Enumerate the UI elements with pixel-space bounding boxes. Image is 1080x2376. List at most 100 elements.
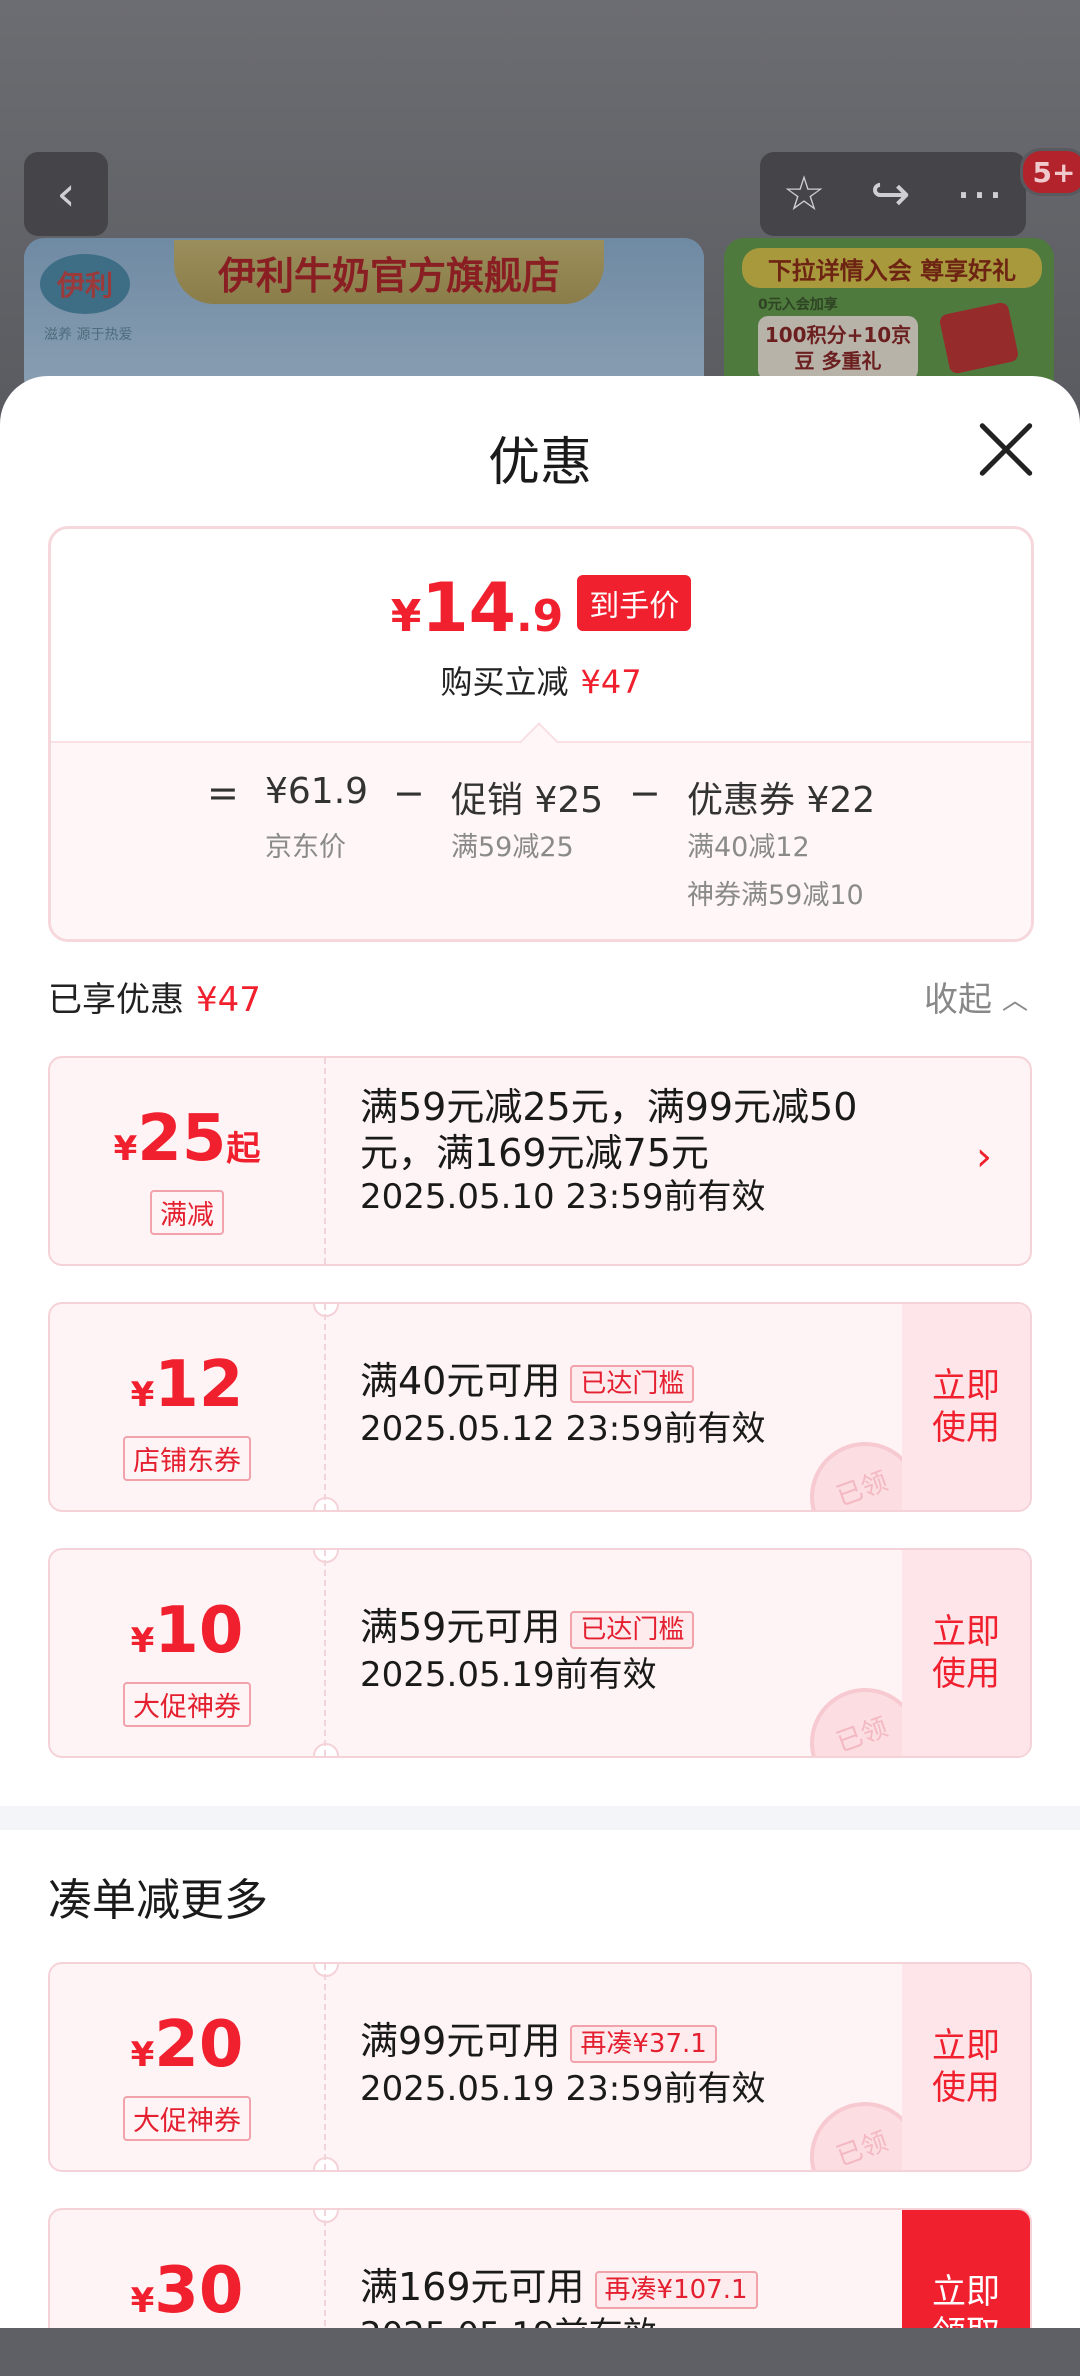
add-more-badge: 再凑¥37.1 xyxy=(570,2024,717,2063)
coupon-card: ¥30 满169元可用再凑¥107.1 2025.05.19前有效 立即 领取 xyxy=(48,2208,1032,2328)
coupon-type: 店铺东券 xyxy=(123,1436,251,1481)
coupon-value: ¥20 xyxy=(50,2008,324,2082)
more-icon[interactable]: ⋯ xyxy=(956,166,1004,222)
reduce-amount: ¥47 xyxy=(580,663,642,701)
coupon-details: 满169元可用再凑¥107.1 2025.05.19前有效 xyxy=(360,2264,920,2328)
final-price-tag: 到手价 xyxy=(577,574,692,631)
section-divider xyxy=(0,1806,1080,1830)
add-more-badge: 再凑¥107.1 xyxy=(594,2270,758,2309)
coupon-validity: 2025.05.19 23:59前有效 xyxy=(360,2069,766,2109)
jd-price-label: 京东价 xyxy=(265,832,346,863)
store-logo: 伊利 xyxy=(40,254,130,314)
collapse-button[interactable]: 收起 ︿ xyxy=(924,972,1028,1021)
coupon-validity: 2025.05.12 23:59前有效 xyxy=(360,1409,766,1449)
breakdown-notch xyxy=(519,722,559,762)
final-price-integer: 14 xyxy=(421,569,516,648)
coupon-card[interactable]: ¥25起 满减 满59元减25元，满99元减50元，满169元减75元 2025… xyxy=(48,1056,1032,1266)
coupon-value: ¥30 xyxy=(50,2254,324,2328)
coupon-value-area: ¥10 大促神券 xyxy=(50,1550,326,1756)
back-icon: ‹ xyxy=(56,166,76,222)
coupon-value: ¥10 xyxy=(50,1594,324,1668)
notification-badge: 5+ xyxy=(1020,148,1080,196)
coupon-type: 大促神券 xyxy=(123,2096,251,2141)
promo-amount: 促销 ¥25 xyxy=(451,780,604,821)
coupon-card: ¥10 大促神券 满59元可用 已达门槛 2025.05.19前有效 已领 立即 … xyxy=(48,1548,1032,1758)
coupon-value-area: ¥12 店铺东券 xyxy=(50,1304,326,1510)
coupon-currency: ¥ xyxy=(113,1129,138,1169)
coupon-condition: 满59元减25元，满99元减50元，满169元减75元 xyxy=(360,1085,858,1175)
back-button[interactable]: ‹ xyxy=(24,152,108,236)
coupon-currency: ¥ xyxy=(130,2035,155,2075)
use-now-button[interactable]: 立即 使用 xyxy=(902,1964,1030,2170)
final-price-row: ¥14.9 到手价 xyxy=(51,569,1031,648)
enjoyed-amount: ¥47 xyxy=(196,980,261,1020)
system-navigation-bar xyxy=(0,2328,1080,2376)
final-price: ¥14.9 xyxy=(391,569,564,648)
coupon-currency: ¥ xyxy=(130,2281,155,2321)
collapse-label: 收起 xyxy=(924,980,992,1020)
more-discounts-title: 凑单减更多 xyxy=(48,1875,268,1926)
threshold-badge: 已达门槛 xyxy=(570,1610,695,1649)
enjoyed-label: 已享优惠 xyxy=(48,980,184,1020)
coupon-details: 满40元可用 已达门槛 2025.05.12 23:59前有效 xyxy=(360,1358,920,1450)
member-banner-title: 下拉详情入会 尊享好礼 xyxy=(742,248,1042,288)
coupon-suffix: 起 xyxy=(226,1129,261,1169)
coupon-condition: 满40元可用 xyxy=(360,1359,561,1403)
coupon-value: ¥25起 xyxy=(50,1102,324,1176)
coupon-value-area: ¥20 大促神券 xyxy=(50,1964,326,2170)
store-banner: 伊利 滋养 源于热爱 伊利牛奶官方旗舰店 xyxy=(24,238,704,398)
coupon-currency: ¥ xyxy=(130,1375,155,1415)
promo-rule: 满59减25 xyxy=(451,832,574,863)
share-icon[interactable]: ↪ xyxy=(870,166,910,222)
claim-now-button[interactable]: 立即 领取 xyxy=(902,2210,1030,2328)
coupon-amount-number: 20 xyxy=(154,2008,244,2082)
reduce-label: 购买立减 xyxy=(440,663,569,701)
coupon-rule-2: 神券满59减10 xyxy=(687,880,864,911)
coupon-condition-row: 满40元可用 已达门槛 xyxy=(360,1358,920,1404)
coupon-condition: 满169元可用 xyxy=(360,2265,585,2309)
coupon-details: 满99元可用 再凑¥37.1 2025.05.19 23:59前有效 xyxy=(360,2018,920,2110)
coupon-card: ¥12 店铺东券 满40元可用 已达门槛 2025.05.12 23:59前有效 … xyxy=(48,1302,1032,1512)
coupon-amount-number: 30 xyxy=(154,2254,244,2328)
coupon-type: 大促神券 xyxy=(123,1682,251,1727)
coupon-condition-row: 满99元可用 再凑¥37.1 xyxy=(360,2018,920,2064)
coupon-condition-row: 满169元可用 再凑¥107.1 xyxy=(360,2264,920,2310)
final-price-decimal: .9 xyxy=(515,591,564,642)
store-name: 伊利牛奶官方旗舰店 xyxy=(174,240,604,304)
enjoyed-discount: 已享优惠 ¥47 xyxy=(48,972,261,1021)
coupon-amount: 优惠券 ¥22 xyxy=(687,780,876,821)
coupon-currency: ¥ xyxy=(130,1621,155,1661)
coupon-details: 满59元减25元，满99元减50元，满169元减75元 2025.05.10 2… xyxy=(360,1084,920,1218)
coupon-condition: 满99元可用 xyxy=(360,2019,561,2063)
coupon-validity: 2025.05.19前有效 xyxy=(360,2314,920,2328)
member-banner-gift: 100积分+10京豆 多重礼 xyxy=(758,316,918,380)
sheet-title: 优惠 xyxy=(487,433,592,493)
coupon-value-area: ¥25起 满减 xyxy=(50,1058,326,1264)
coupon-condition-row: 满59元可用 已达门槛 xyxy=(360,1604,920,1650)
coupon-amount-number: 25 xyxy=(137,1102,227,1176)
coupon-card: ¥20 大促神券 满99元可用 再凑¥37.1 2025.05.19 23:59前… xyxy=(48,1962,1032,2172)
discount-sheet: 优惠 ¥14.9 到手价 购买立减 ¥47 = ¥61.9 京东价 − 促销 ¥2… xyxy=(0,376,1080,2328)
reduce-line: 购买立减 ¥47 xyxy=(51,657,1031,703)
coupon-amount-number: 12 xyxy=(154,1348,244,1422)
store-logo-subtitle: 滋养 源于热爱 xyxy=(44,327,133,343)
chevron-up-icon: ︿ xyxy=(1002,986,1029,1016)
gift-box-icon xyxy=(938,301,1020,375)
price-breakdown: = ¥61.9 京东价 − 促销 ¥25 满59减25 − 优惠券 ¥22 满4… xyxy=(51,722,1031,939)
nav-actions: ☆ ↪ ⋯ xyxy=(760,152,1026,236)
jd-price: ¥61.9 xyxy=(265,771,369,812)
minus-sign-2: − xyxy=(629,771,661,815)
final-price-currency: ¥ xyxy=(390,591,422,642)
chevron-right-icon[interactable]: › xyxy=(976,1134,992,1180)
star-icon[interactable]: ☆ xyxy=(782,166,825,222)
coupon-details: 满59元可用 已达门槛 2025.05.19前有效 xyxy=(360,1604,920,1696)
use-now-button[interactable]: 立即 使用 xyxy=(902,1304,1030,1510)
price-card: ¥14.9 到手价 购买立减 ¥47 = ¥61.9 京东价 − 促销 ¥25 满… xyxy=(48,526,1034,942)
close-icon[interactable] xyxy=(976,420,1036,480)
use-now-button[interactable]: 立即 使用 xyxy=(902,1550,1030,1756)
member-banner-sub: 0元入会加享 xyxy=(758,297,838,313)
coupon-value: ¥12 xyxy=(50,1348,324,1422)
coupon-amount-number: 10 xyxy=(154,1594,244,1668)
coupon-validity: 2025.05.10 23:59前有效 xyxy=(360,1177,766,1217)
coupon-validity: 2025.05.19前有效 xyxy=(360,1655,657,1695)
